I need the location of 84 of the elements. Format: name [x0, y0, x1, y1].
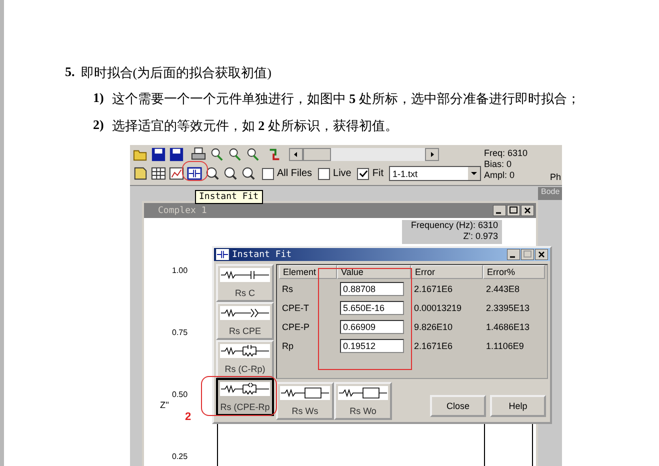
maximize-button[interactable] [507, 205, 520, 216]
checkbox[interactable] [357, 168, 370, 180]
status-readout: Bias: 0 [484, 159, 513, 170]
step-text: 这个需要一个一个元件单独进行，如图中 5 处所标，选中部分准备进行即时拟合； [112, 90, 580, 108]
minimize-button[interactable] [507, 249, 520, 260]
column-header[interactable]: Error [411, 265, 483, 279]
checkbox-label: Live [333, 168, 352, 179]
printer-icon[interactable] [191, 147, 206, 162]
checkbox-label: Fit [372, 168, 384, 179]
checkbox[interactable] [318, 168, 330, 180]
circuit-model-button[interactable]: Rs Ws [276, 382, 334, 420]
status-readout: Freq: 6310 [484, 148, 528, 159]
value-input-field[interactable]: 0.19512 [340, 338, 404, 352]
scrollbar-thumb[interactable] [303, 148, 331, 161]
table-cell-text: CPE-T [281, 302, 310, 312]
save-icon[interactable] [169, 147, 184, 162]
table-cell-text: 2.3395E13 [485, 302, 531, 312]
window-title: Complex 1 [158, 206, 207, 216]
file-dropdown[interactable]: 1-1.txt [389, 166, 482, 181]
magnifier-icon[interactable] [245, 147, 260, 162]
y-tick-label: 0.25 [172, 452, 188, 461]
circuit-diagram-icon [220, 382, 270, 396]
circuit-icon[interactable] [187, 166, 202, 181]
column-header[interactable]: Error% [483, 265, 545, 279]
magnifier-icon[interactable] [223, 166, 238, 181]
heading-text: 即时拟合(为后面的拟合获取初值) [80, 64, 272, 82]
value-input-field[interactable]: 5.650E-16 [340, 300, 404, 314]
y-tick-label: 1.00 [172, 266, 188, 275]
cursor-readout: Frequency (Hz): 6310 [410, 220, 498, 231]
checkbox[interactable] [262, 168, 274, 180]
magnifier-icon[interactable] [227, 147, 242, 162]
step-text: 选择适宜的等效元件，如 2 处所标识，获得初值。 [112, 117, 398, 135]
circuit-model-button[interactable]: Rs C [216, 264, 274, 302]
y-axis-label: Z'' [160, 400, 169, 410]
close-button[interactable] [535, 249, 548, 260]
value-input-field[interactable]: 0.88708 [340, 282, 404, 296]
value-input-field[interactable]: 0.66909 [340, 320, 404, 334]
circuit-icon [216, 249, 229, 260]
heading-number: 5. [65, 64, 75, 81]
table-cell-text: 2.1671E6 [413, 284, 454, 294]
circuit-model-button[interactable]: Rs Wo [334, 382, 392, 420]
refresh-icon[interactable] [267, 147, 282, 162]
chart-icon[interactable] [169, 166, 184, 181]
dialog-button[interactable]: Help [490, 395, 546, 417]
table-cell-text: 2.1671E6 [413, 340, 454, 350]
magnifier-icon[interactable] [241, 166, 256, 181]
column-header[interactable]: Value [337, 265, 411, 279]
circuit-diagram-icon [220, 306, 270, 320]
dialog-button[interactable]: Close [430, 395, 486, 417]
minimize-button[interactable] [493, 205, 506, 216]
tooltip: Instant Fit [195, 190, 263, 204]
table-cell-text: 0.00013219 [413, 302, 463, 312]
table-cell-text: 9.826E10 [413, 322, 454, 332]
dialog-title: Instant Fit [232, 250, 292, 260]
magnifier-icon[interactable] [205, 166, 220, 181]
step-number: 2) [93, 117, 104, 134]
annotation-label: 2 [185, 411, 192, 423]
y-tick-label: 0.75 [172, 328, 188, 337]
status-readout: Ph [550, 172, 562, 182]
circuit-model-button[interactable]: Rs (CPE-Rp [216, 378, 274, 416]
table-cell-text: 1.1106E9 [485, 340, 525, 350]
magnifier-icon[interactable] [209, 147, 224, 162]
document-icon[interactable] [133, 166, 148, 181]
checkbox-label: All Files [277, 168, 312, 179]
circuit-diagram-icon [220, 268, 270, 282]
table-cell-text: Rp [281, 340, 295, 350]
close-button[interactable] [521, 205, 534, 216]
y-tick-label: 0.50 [172, 390, 188, 399]
table-cell-text: 1.4686E13 [485, 322, 531, 332]
circuit-model-button[interactable]: Rs CPE [216, 302, 274, 340]
status-readout: Ampl: 0 [484, 170, 516, 181]
step-number: 1) [93, 90, 104, 107]
column-header[interactable]: Element [279, 265, 337, 279]
table-cell-text: Rs [281, 284, 294, 294]
scrollbar[interactable] [289, 148, 439, 161]
grid-icon[interactable] [151, 166, 166, 181]
circuit-diagram-icon [338, 386, 388, 400]
save-icon[interactable] [151, 147, 166, 162]
table-cell-text: CPE-P [281, 322, 311, 332]
table-cell-text: 2.443E8 [485, 284, 521, 294]
circuit-model-button[interactable]: Rs (C-Rp) [216, 340, 274, 378]
circuit-diagram-icon [220, 344, 270, 358]
circuit-diagram-icon [280, 386, 330, 400]
cursor-readout: Z': 0.973 [463, 231, 498, 242]
